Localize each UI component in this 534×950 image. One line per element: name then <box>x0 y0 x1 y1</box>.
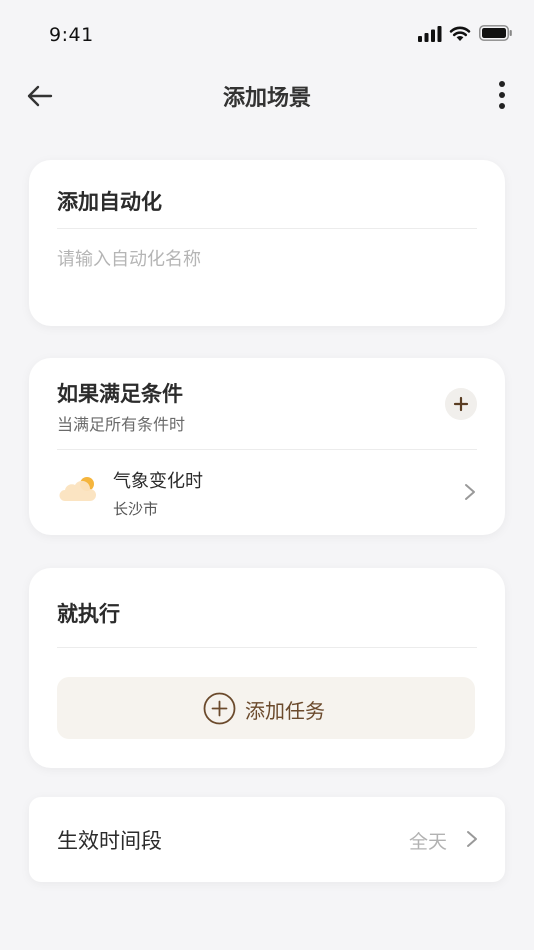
plus-circle-icon <box>203 692 236 725</box>
more-vertical-icon[interactable] <box>490 80 514 110</box>
status-time: 9:41 <box>49 24 94 46</box>
divider <box>57 228 477 229</box>
signal-icon <box>418 26 442 42</box>
condition-item-weather[interactable]: 气象变化时 长沙市 <box>29 450 505 535</box>
automation-name-input[interactable] <box>57 244 477 274</box>
battery-icon <box>479 25 512 41</box>
add-condition-button[interactable] <box>445 388 477 420</box>
header: 添加场景 <box>0 66 534 126</box>
condition-label: 气象变化时 <box>113 471 203 492</box>
conditions-subtitle: 当满足所有条件时 <box>57 415 186 434</box>
effective-period-row[interactable]: 生效时间段 全天 <box>29 797 505 882</box>
automation-name-card: 添加自动化 <box>29 160 505 326</box>
execute-card: 就执行 添加任务 <box>29 568 505 768</box>
add-task-button[interactable]: 添加任务 <box>57 677 475 739</box>
effective-period-label: 生效时间段 <box>57 829 162 853</box>
divider <box>57 647 477 648</box>
weather-icon <box>59 477 96 501</box>
conditions-card: 如果满足条件 当满足所有条件时 气象变化时 长沙市 <box>29 358 505 535</box>
page-title: 添加场景 <box>222 86 311 111</box>
screen: 9:41 添加场景 添加自动化 请输入自动化名称 如果满足条件 当满足所有条件时… <box>0 0 534 950</box>
status-bar: 9:41 <box>0 0 534 66</box>
condition-detail: 长沙市 <box>113 500 159 518</box>
wifi-icon <box>449 26 471 41</box>
chevron-right-icon <box>465 484 475 500</box>
chevron-right-icon <box>467 831 477 847</box>
effective-period-value: 全天 <box>409 831 448 853</box>
add-task-label: 添加任务 <box>245 699 325 723</box>
execute-title: 就执行 <box>57 602 120 626</box>
conditions-title: 如果满足条件 <box>57 382 183 406</box>
automation-name-title: 添加自动化 <box>57 190 162 214</box>
